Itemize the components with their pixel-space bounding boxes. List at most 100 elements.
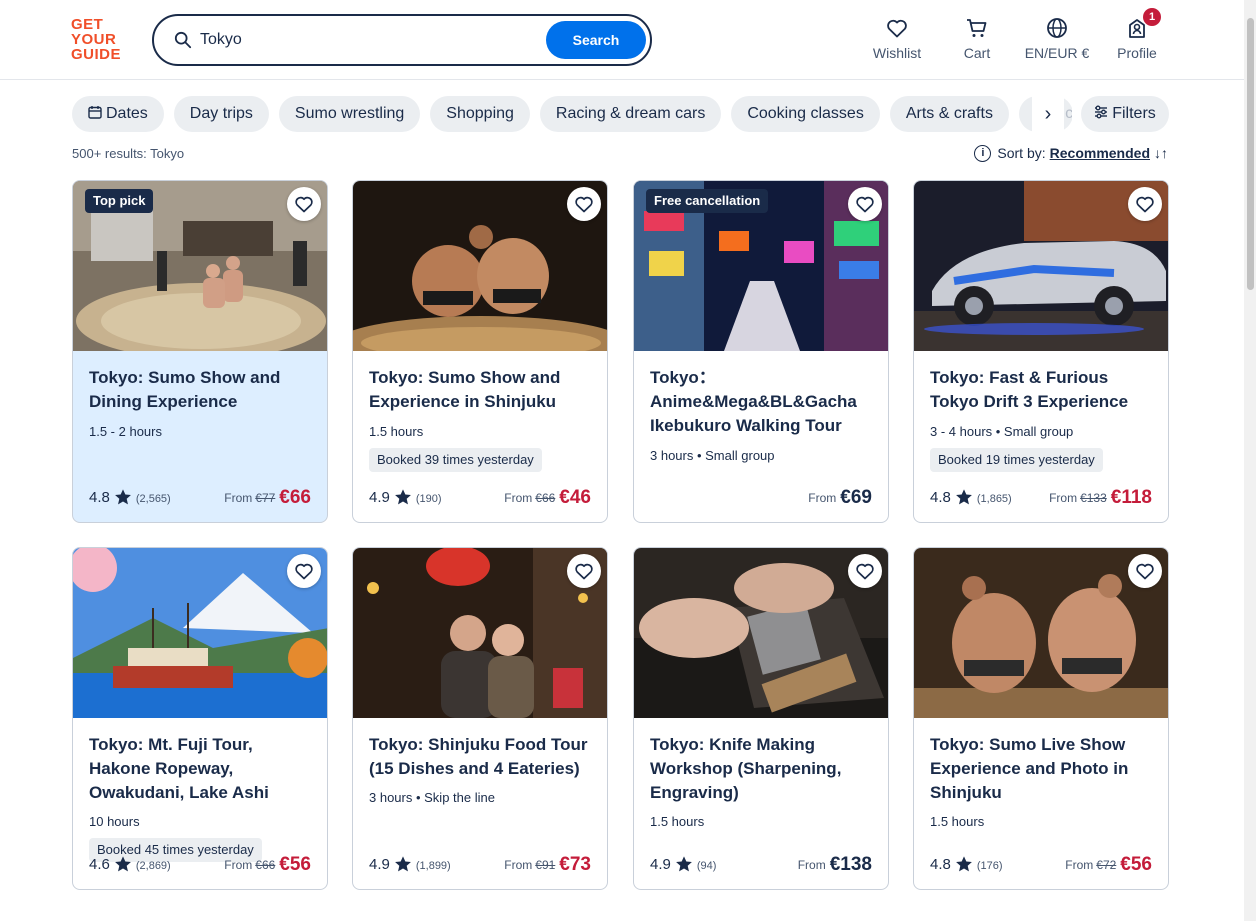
- chevron-right-icon[interactable]: ›: [1032, 96, 1064, 132]
- chip-racing-dream-cars[interactable]: Racing & dream cars: [539, 96, 722, 132]
- price-from-label: From: [797, 858, 826, 872]
- activity-title[interactable]: Tokyo: Fast & Furious Tokyo Drift 3 Expe…: [930, 366, 1156, 414]
- chip-shopping[interactable]: Shopping: [430, 96, 530, 132]
- old-price: €77: [255, 491, 276, 505]
- wishlist-button[interactable]: [287, 554, 321, 588]
- rating-value: 4.9: [369, 856, 390, 873]
- activity-duration: 3 hours • Skip the line: [369, 790, 495, 805]
- chip-sumo-wrestling[interactable]: Sumo wrestling: [278, 96, 421, 132]
- search-bar: Search: [152, 14, 652, 66]
- wishlist-nav[interactable]: Wishlist: [857, 16, 937, 61]
- activity-title[interactable]: Tokyo: Shinjuku Food Tour (15 Dishes and…: [369, 733, 595, 781]
- booked-badge: Booked 19 times yesterday: [930, 448, 1103, 472]
- wishlist-button[interactable]: [567, 554, 601, 588]
- activity-card-1[interactable]: Top pick Tokyo: Sumo Show and Dining Exp…: [72, 180, 328, 523]
- chip-arts-crafts[interactable]: Arts & crafts: [889, 96, 1009, 132]
- star-icon: [114, 855, 131, 871]
- activity-rating: 4.9 (1,899): [369, 855, 451, 873]
- price-from-label: From: [504, 858, 533, 872]
- activity-rating: 4.6 (2,869): [89, 855, 171, 873]
- chip-cooking-classes[interactable]: Cooking classes: [731, 96, 880, 132]
- activity-title[interactable]: Tokyo: Sumo Live Show Experience and Pho…: [930, 733, 1156, 805]
- price-from-label: From: [504, 491, 533, 505]
- chip-day-trips[interactable]: Day trips: [173, 96, 269, 132]
- activity-title[interactable]: Tokyo：Anime&Mega&BL&Gacha Ikebukuro Walk…: [650, 366, 876, 438]
- star-icon: [114, 488, 131, 504]
- review-count: (1,865): [976, 493, 1012, 505]
- activity-card-2[interactable]: Tokyo: Sumo Show and Experience in Shinj…: [352, 180, 608, 523]
- activity-rating: 4.8 (176): [930, 855, 1003, 873]
- wishlist-button[interactable]: [1128, 554, 1162, 588]
- activity-title[interactable]: Tokyo: Mt. Fuji Tour, Hakone Ropeway, Ow…: [89, 733, 315, 805]
- star-icon: [675, 855, 692, 871]
- cart-nav[interactable]: Cart: [937, 16, 1017, 61]
- rating-value: 4.9: [650, 856, 671, 873]
- notification-badge: 1: [1143, 8, 1161, 26]
- logo-line-2: YOUR: [71, 31, 117, 48]
- badge-tag: Free cancellation: [646, 189, 769, 213]
- results-count: 500+ results: Tokyo: [72, 146, 185, 161]
- star-icon: [955, 488, 972, 504]
- old-price: €72: [1096, 858, 1117, 872]
- price-from-label: From: [1065, 858, 1094, 872]
- activity-duration: 3 - 4 hours • Small group: [930, 424, 1074, 439]
- activity-price: From €72 €56: [1065, 854, 1152, 876]
- heart-icon: [295, 196, 313, 213]
- review-count: (176): [976, 860, 1003, 872]
- heart-icon: [1136, 563, 1154, 580]
- search-button[interactable]: Search: [546, 21, 646, 59]
- language-label: EN/EUR €: [1024, 45, 1090, 61]
- activity-price: From €138: [798, 854, 872, 876]
- scrollbar-thumb[interactable]: [1247, 18, 1254, 290]
- activity-title[interactable]: Tokyo: Knife Making Workshop (Sharpening…: [650, 733, 876, 805]
- activity-price: From €133 €118: [1049, 487, 1152, 509]
- activity-rating: 4.8 (2,565): [89, 488, 171, 506]
- badge-tag: Top pick: [85, 189, 154, 213]
- activity-card-5[interactable]: Tokyo: Mt. Fuji Tour, Hakone Ropeway, Ow…: [72, 547, 328, 890]
- wishlist-button[interactable]: [1128, 187, 1162, 221]
- activity-duration: 1.5 hours: [369, 424, 424, 439]
- activity-card-6[interactable]: Tokyo: Shinjuku Food Tour (15 Dishes and…: [352, 547, 608, 890]
- wishlist-button[interactable]: [848, 554, 882, 588]
- info-icon[interactable]: i: [974, 144, 992, 162]
- review-count: (2,869): [135, 860, 171, 872]
- profile-icon: 1: [1097, 8, 1177, 42]
- wishlist-button[interactable]: [287, 187, 321, 221]
- activity-duration: 3 hours • Small group: [650, 448, 775, 463]
- heart-icon: [857, 16, 937, 42]
- getyourguide-logo[interactable]: GET YOUR GUIDE: [71, 17, 131, 62]
- current-price: €73: [559, 854, 591, 875]
- activity-duration: 1.5 hours: [930, 814, 985, 829]
- header: GET YOUR GUIDE Search Wishlist Cart EN/E…: [0, 0, 1256, 80]
- calendar-icon: [88, 106, 102, 119]
- current-price: €46: [559, 487, 591, 508]
- activity-card-3[interactable]: Free cancellation Tokyo：Anime&Mega&BL&Ga…: [633, 180, 889, 523]
- search-input[interactable]: [200, 28, 530, 52]
- activity-price: From €66 €46: [504, 487, 591, 509]
- filters-label: Filters: [1112, 105, 1156, 122]
- activity-card-7[interactable]: Tokyo: Knife Making Workshop (Sharpening…: [633, 547, 889, 890]
- sort-value[interactable]: Recommended: [1050, 145, 1150, 161]
- chip-dates[interactable]: Dates: [72, 96, 164, 132]
- price-from-label: From: [808, 491, 837, 505]
- old-price: €66: [535, 491, 556, 505]
- wishlist-button[interactable]: [567, 187, 601, 221]
- filters-button[interactable]: Filters: [1081, 96, 1169, 132]
- wishlist-button[interactable]: [848, 187, 882, 221]
- current-price: €66: [279, 487, 311, 508]
- language-currency-nav[interactable]: EN/EUR €: [1017, 16, 1097, 61]
- activity-title[interactable]: Tokyo: Sumo Show and Experience in Shinj…: [369, 366, 595, 414]
- activity-title[interactable]: Tokyo: Sumo Show and Dining Experience: [89, 366, 315, 414]
- filter-chips-row: Dates Day trips Sumo wrestling Shopping Rac…: [72, 96, 1072, 132]
- activity-card-8[interactable]: Tokyo: Sumo Live Show Experience and Pho…: [913, 547, 1169, 890]
- sort-label: Sort by:: [997, 145, 1046, 161]
- profile-nav[interactable]: 1 Profile: [1097, 8, 1177, 61]
- page-scrollbar[interactable]: [1244, 0, 1256, 921]
- rating-value: 4.9: [369, 489, 390, 506]
- sort-control[interactable]: i Sort by: Recommended ↓↑: [974, 144, 1168, 162]
- activity-card-4[interactable]: Tokyo: Fast & Furious Tokyo Drift 3 Expe…: [913, 180, 1169, 523]
- cart-label: Cart: [963, 45, 991, 61]
- old-price: €91: [535, 858, 556, 872]
- sort-arrows-icon[interactable]: ↓↑: [1154, 145, 1168, 161]
- old-price: €133: [1080, 491, 1107, 505]
